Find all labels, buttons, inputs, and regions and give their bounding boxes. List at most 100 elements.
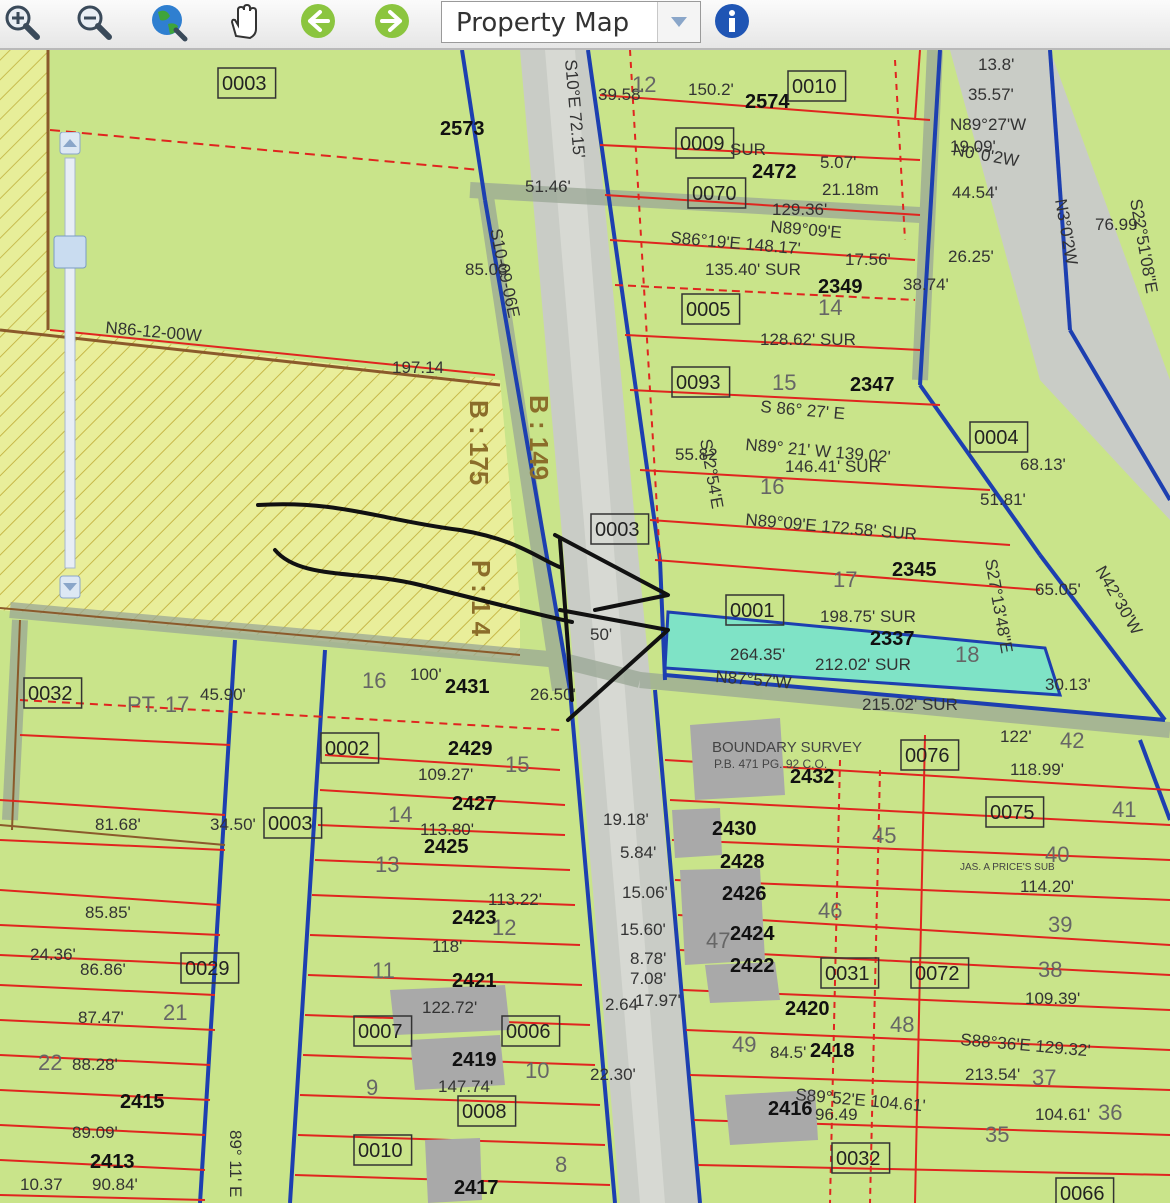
measurement-label: 85.85' bbox=[85, 903, 131, 922]
lot-number: 15 bbox=[505, 752, 529, 777]
lot-number: 46 bbox=[818, 898, 842, 923]
block-label: B : 149 bbox=[524, 395, 554, 480]
measurement-label: 118.99' bbox=[1010, 760, 1064, 779]
measurement-label: 113.80' bbox=[420, 820, 474, 839]
forward-arrow-icon[interactable] bbox=[372, 2, 412, 42]
measurement-label: 34.50' bbox=[210, 815, 256, 834]
survey-note: P.B. 471 PG. 92 C.O. bbox=[714, 757, 827, 771]
address-label: 2427 bbox=[452, 793, 497, 815]
measurement-label: 17.56' bbox=[845, 250, 891, 269]
parcel-id: 0001 bbox=[730, 600, 775, 622]
lot-number: 48 bbox=[890, 1012, 914, 1037]
lot-number: 41 bbox=[1112, 797, 1136, 822]
subdivision-note: JAS. A PRICE'S SUB bbox=[960, 862, 1055, 873]
measurement-label: 30.13' bbox=[1045, 675, 1091, 694]
lot-number: 37 bbox=[1032, 1065, 1056, 1090]
address-label: 2430 bbox=[712, 818, 757, 840]
lot-number: 10 bbox=[525, 1058, 549, 1083]
zoom-in-icon[interactable] bbox=[2, 2, 42, 42]
parcel-id: 0093 bbox=[676, 372, 721, 394]
measurement-label: 128.62' SUR bbox=[760, 330, 856, 349]
measurement-label: 122' bbox=[1000, 727, 1032, 746]
measurement-label: 197.14 bbox=[392, 358, 444, 377]
measurement-label: 7.08' bbox=[630, 969, 666, 988]
measurement-label: 38.74' bbox=[903, 275, 949, 294]
measurement-label: 198.75' SUR bbox=[820, 607, 916, 626]
globe-icon[interactable] bbox=[148, 2, 188, 42]
measurement-label: 147.74' bbox=[438, 1077, 493, 1096]
address-label: 2345 bbox=[892, 559, 937, 581]
measurement-label: 84.5' bbox=[770, 1043, 806, 1062]
measurement-label: 21.18m bbox=[822, 180, 879, 199]
measurement-label: 89.09' bbox=[72, 1123, 118, 1142]
measurement-label: 87.47' bbox=[78, 1008, 124, 1027]
lot-number: 36 bbox=[1098, 1100, 1122, 1125]
lot-number: 11 bbox=[372, 958, 395, 983]
lot-number: 9 bbox=[366, 1075, 378, 1100]
measurement-label: 118' bbox=[432, 937, 462, 956]
lot-number: 8 bbox=[555, 1152, 567, 1177]
parcel-id: 0066 bbox=[1060, 1183, 1105, 1203]
measurement-label: 65.05' bbox=[1035, 580, 1081, 599]
lot-number: 18 bbox=[955, 642, 979, 667]
part-lot-label: PT. 17 bbox=[127, 692, 189, 717]
address-label: 2428 bbox=[720, 851, 765, 873]
measurement-label: 22.30' bbox=[590, 1065, 636, 1084]
measurement-label: 51.81' bbox=[980, 490, 1026, 509]
layer-select-value: Property Map bbox=[456, 8, 630, 38]
info-icon[interactable] bbox=[712, 2, 752, 42]
bearing-label: 89° 11' E bbox=[226, 1130, 245, 1197]
parcel-id: 0029 bbox=[185, 958, 230, 980]
parcel-id: 0070 bbox=[692, 183, 737, 205]
address-label: 2574 bbox=[745, 91, 790, 113]
parcel-id: 0010 bbox=[358, 1140, 403, 1162]
measurement-label: 104.61' bbox=[1035, 1105, 1090, 1124]
hatched-zone-upper-stripes bbox=[0, 50, 48, 330]
parcel-id: 0072 bbox=[915, 963, 960, 985]
measurement-label: 19.09' bbox=[950, 137, 996, 156]
address-label: 2425 bbox=[424, 836, 469, 858]
measurement-label: 150.2' bbox=[688, 80, 734, 99]
address-label: 2337 bbox=[870, 628, 915, 650]
property-map[interactable]: 2573257424722349234723452337243124292427… bbox=[0, 50, 1170, 1203]
address-label: 2419 bbox=[452, 1049, 497, 1071]
measurement-label: 109.27' bbox=[418, 765, 473, 784]
lot-number: 39 bbox=[1048, 912, 1072, 937]
back-arrow-icon[interactable] bbox=[298, 2, 338, 42]
parcel-id: 0006 bbox=[506, 1021, 551, 1043]
dropdown-arrow-icon[interactable] bbox=[657, 2, 700, 42]
address-label: 2413 bbox=[90, 1151, 135, 1173]
lot-number: 16 bbox=[362, 668, 386, 693]
measurement-label: 76.99' bbox=[1095, 215, 1141, 234]
lot-number: 21 bbox=[163, 1000, 187, 1025]
measurement-label: 17.97' bbox=[635, 991, 681, 1010]
address-label: 2573 bbox=[440, 118, 485, 140]
address-label: 2431 bbox=[445, 676, 490, 698]
zoom-slider[interactable] bbox=[52, 131, 102, 602]
measurement-label: 5.84' bbox=[620, 843, 656, 862]
parcel-id: 0076 bbox=[905, 745, 950, 767]
lot-number: 38 bbox=[1038, 957, 1062, 982]
parcel-id: 0005 bbox=[686, 299, 731, 321]
hand-pan-icon[interactable] bbox=[224, 2, 264, 42]
measurement-label: 5.07' bbox=[820, 153, 856, 172]
lot-number: 14 bbox=[818, 295, 842, 320]
address-label: 2415 bbox=[120, 1091, 165, 1113]
address-label: 2422 bbox=[730, 955, 775, 977]
bearing-label: N89°27'W bbox=[950, 115, 1026, 134]
measurement-label: 51.46' bbox=[525, 177, 571, 196]
parcel-id: 0003 bbox=[222, 73, 267, 95]
address-label: 2420 bbox=[785, 998, 830, 1020]
measurement-label: 26.25' bbox=[948, 247, 994, 266]
lot-number: 45 bbox=[872, 823, 896, 848]
measurement-label: 129.36' bbox=[772, 200, 827, 219]
parcel-id: 0031 bbox=[825, 963, 870, 985]
lot-number: 16 bbox=[760, 474, 784, 499]
measurement-label: 10.37 bbox=[20, 1175, 63, 1194]
lot-number: 15 bbox=[772, 370, 796, 395]
zoom-out-icon[interactable] bbox=[74, 2, 114, 42]
layer-select[interactable]: Property Map bbox=[441, 1, 701, 43]
measurement-label: 44.54' bbox=[952, 183, 998, 202]
measurement-label: 88.28' bbox=[72, 1055, 118, 1074]
measurement-label: 109.39' bbox=[1025, 989, 1080, 1008]
